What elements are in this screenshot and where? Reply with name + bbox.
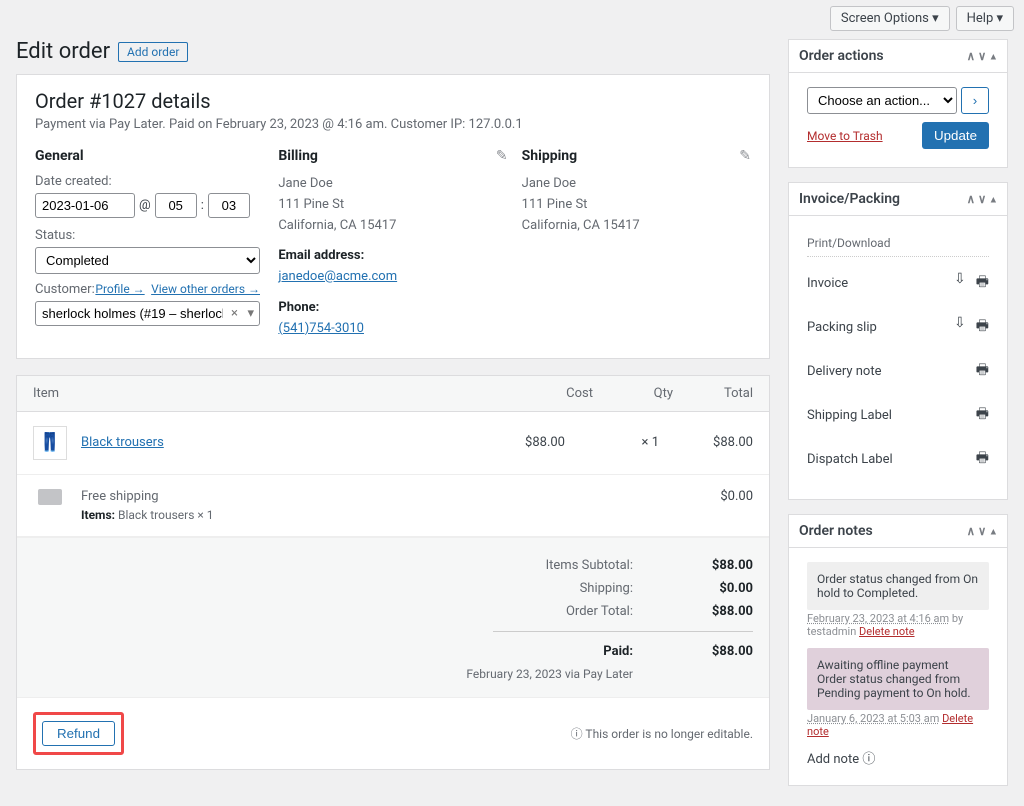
line-item-row: 👖 Black trousers $88.00 × 1 $88.00 [17, 412, 769, 475]
billing-phone-label: Phone: [278, 298, 507, 319]
run-action-button[interactable]: › [961, 87, 989, 114]
refund-button[interactable]: Refund [42, 721, 115, 746]
help-icon[interactable]: ⓘ [862, 752, 875, 767]
status-label: Status: [35, 228, 264, 243]
screen-options-button[interactable]: Screen Options ▾ [830, 6, 950, 31]
download-icon[interactable]: ⇩ [954, 271, 966, 295]
print-icon[interactable]: 🖶 [976, 403, 989, 427]
move-up-icon[interactable]: ∧ [967, 524, 974, 539]
refund-highlight: Refund [33, 712, 124, 755]
move-to-trash-link[interactable]: Move to Trash [807, 129, 883, 143]
general-heading: General [35, 148, 264, 164]
status-select[interactable]: Completed [35, 247, 260, 274]
items-header: Item Cost Qty Total [17, 376, 769, 412]
date-input[interactable] [35, 193, 135, 218]
minute-input[interactable] [208, 193, 250, 218]
product-link[interactable]: Black trousers [81, 435, 164, 450]
print-download-label: Print/Download [807, 230, 989, 257]
customer-select[interactable] [35, 301, 260, 326]
billing-email-link[interactable]: janedoe@acme.com [278, 269, 397, 284]
move-down-icon[interactable]: ∨ [979, 192, 986, 207]
pd-delivery-note: Delivery note🖶 [807, 349, 989, 393]
toggle-panel-icon[interactable]: ▴ [990, 192, 997, 207]
order-actions-heading: Order actions [799, 48, 884, 64]
page-title: Edit order Add order [16, 39, 770, 64]
move-up-icon[interactable]: ∧ [967, 49, 974, 64]
print-icon[interactable]: 🖶 [976, 359, 989, 383]
truck-icon [38, 489, 62, 505]
shipping-line1: 111 Pine St [522, 197, 588, 212]
date-label: Date created: [35, 174, 264, 189]
billing-line2: California, CA 15417 [278, 218, 396, 233]
print-icon[interactable]: 🖶 [976, 447, 989, 471]
invoice-packing-heading: Invoice/Packing [799, 191, 900, 207]
pd-dispatch-label: Dispatch Label🖶 [807, 437, 989, 481]
pd-packing-slip: Packing slip⇩🖶 [807, 305, 989, 349]
delete-note-link[interactable]: Delete note [859, 625, 915, 638]
billing-heading: Billing [278, 148, 507, 164]
order-title: Order #1027 details [35, 89, 751, 113]
move-down-icon[interactable]: ∨ [979, 49, 986, 64]
order-note: Awaiting offline payment Order status ch… [807, 648, 989, 710]
add-order-button[interactable]: Add order [118, 42, 188, 62]
edit-shipping-icon[interactable]: ✎ [739, 148, 751, 164]
shipping-heading: Shipping [522, 148, 751, 164]
order-locked-note: This order is no longer editable. [571, 725, 753, 742]
pd-invoice: Invoice⇩🖶 [807, 261, 989, 305]
paid-via: February 23, 2023 via Pay Later [33, 663, 753, 681]
print-icon[interactable]: 🖶 [976, 315, 989, 339]
move-up-icon[interactable]: ∧ [967, 192, 974, 207]
product-thumb: 👖 [33, 426, 67, 460]
order-subtitle: Payment via Pay Later. Paid on February … [35, 117, 751, 132]
download-icon[interactable]: ⇩ [954, 315, 966, 339]
shipping-name: Jane Doe [522, 176, 576, 191]
toggle-panel-icon[interactable]: ▴ [990, 49, 997, 64]
shipping-row: Free shipping Items: Black trousers × 1 … [17, 475, 769, 537]
print-icon[interactable]: 🖶 [976, 271, 989, 295]
billing-phone-link[interactable]: (541)754-3010 [278, 321, 364, 336]
clear-customer-icon[interactable]: × [231, 306, 238, 321]
view-other-orders-link[interactable]: View other orders → [151, 282, 260, 296]
move-down-icon[interactable]: ∨ [979, 524, 986, 539]
toggle-panel-icon[interactable]: ▴ [990, 524, 997, 539]
billing-email-label: Email address: [278, 246, 507, 267]
add-note-label: Add note ⓘ [807, 748, 989, 767]
profile-link[interactable]: Profile → [95, 282, 144, 296]
chevron-down-icon[interactable]: ▾ [247, 306, 254, 321]
customer-label: Customer: [35, 282, 95, 297]
shipping-line2: California, CA 15417 [522, 218, 640, 233]
order-note: Order status changed from On hold to Com… [807, 562, 989, 610]
update-button[interactable]: Update [922, 122, 989, 149]
billing-line1: 111 Pine St [278, 197, 344, 212]
pd-shipping-label: Shipping Label🖶 [807, 393, 989, 437]
order-notes-heading: Order notes [799, 523, 873, 539]
billing-name: Jane Doe [278, 176, 332, 191]
help-button[interactable]: Help ▾ [956, 6, 1014, 31]
hour-input[interactable] [155, 193, 197, 218]
edit-billing-icon[interactable]: ✎ [496, 148, 508, 164]
order-action-select[interactable]: Choose an action... [807, 87, 957, 114]
